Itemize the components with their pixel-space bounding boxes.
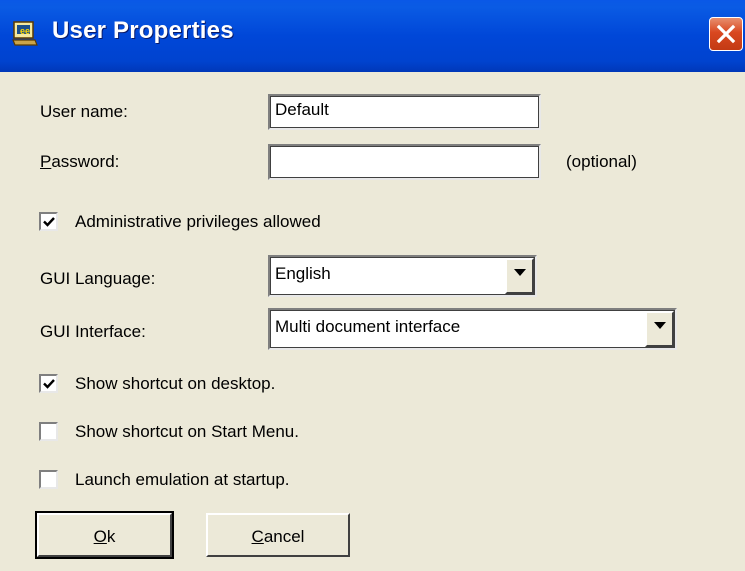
cancel-button[interactable]: Cancel [206, 513, 350, 557]
gui-interface-dropdown-button[interactable] [645, 311, 674, 347]
shortcut-desktop-label[interactable]: Show shortcut on desktop. [75, 374, 275, 394]
password-optional-note: (optional) [566, 152, 637, 171]
gui-language-label: GUI Language: [40, 269, 156, 288]
check-icon [43, 379, 55, 389]
admin-privileges-checkbox[interactable] [39, 212, 58, 231]
password-mnemonic: P [40, 152, 52, 171]
title-bar[interactable]: ee User Properties [0, 0, 745, 72]
user-name-label: User name: [40, 102, 128, 121]
user-name-value: Default [275, 100, 329, 119]
cancel-mnemonic: C [251, 527, 264, 546]
ok-label-text: k [106, 527, 116, 546]
password-field[interactable] [268, 144, 541, 180]
gui-language-value: English [275, 264, 331, 283]
svg-text:ee: ee [20, 26, 30, 36]
shortcut-start-menu-checkbox[interactable] [39, 422, 58, 441]
gui-language-select[interactable]: English [268, 255, 537, 297]
close-icon [716, 24, 736, 44]
terminal-emulator-icon: ee [11, 20, 39, 48]
launch-at-startup-label[interactable]: Launch emulation at startup. [75, 470, 290, 490]
cancel-label-text: ancel [263, 527, 305, 546]
cancel-button-label: Cancel [208, 527, 348, 547]
chevron-down-icon [514, 269, 526, 276]
ok-button[interactable]: Ok [35, 511, 174, 559]
gui-language-dropdown-button[interactable] [505, 258, 534, 294]
admin-privileges-label[interactable]: Administrative privileges allowed [75, 212, 321, 232]
gui-interface-select[interactable]: Multi document interface [268, 308, 677, 350]
gui-interface-value: Multi document interface [275, 317, 461, 336]
ok-button-label: Ok [39, 527, 170, 547]
shortcut-start-menu-label[interactable]: Show shortcut on Start Menu. [75, 422, 299, 442]
ok-mnemonic: O [93, 527, 107, 546]
gui-interface-label: GUI Interface: [40, 322, 146, 341]
close-button[interactable] [709, 17, 743, 51]
password-label: Password: [40, 152, 119, 172]
shortcut-desktop-checkbox[interactable] [39, 374, 58, 393]
password-label-text: assword: [51, 152, 120, 171]
chevron-down-icon [654, 322, 666, 329]
user-name-input[interactable]: Default [268, 94, 541, 130]
user-properties-dialog: ee User Properties User name: Default Pa… [0, 0, 745, 571]
check-icon [43, 217, 55, 227]
launch-at-startup-checkbox[interactable] [39, 470, 58, 489]
dialog-body: User name: Default Password: (optional) … [6, 72, 739, 571]
window-title: User Properties [52, 17, 234, 44]
